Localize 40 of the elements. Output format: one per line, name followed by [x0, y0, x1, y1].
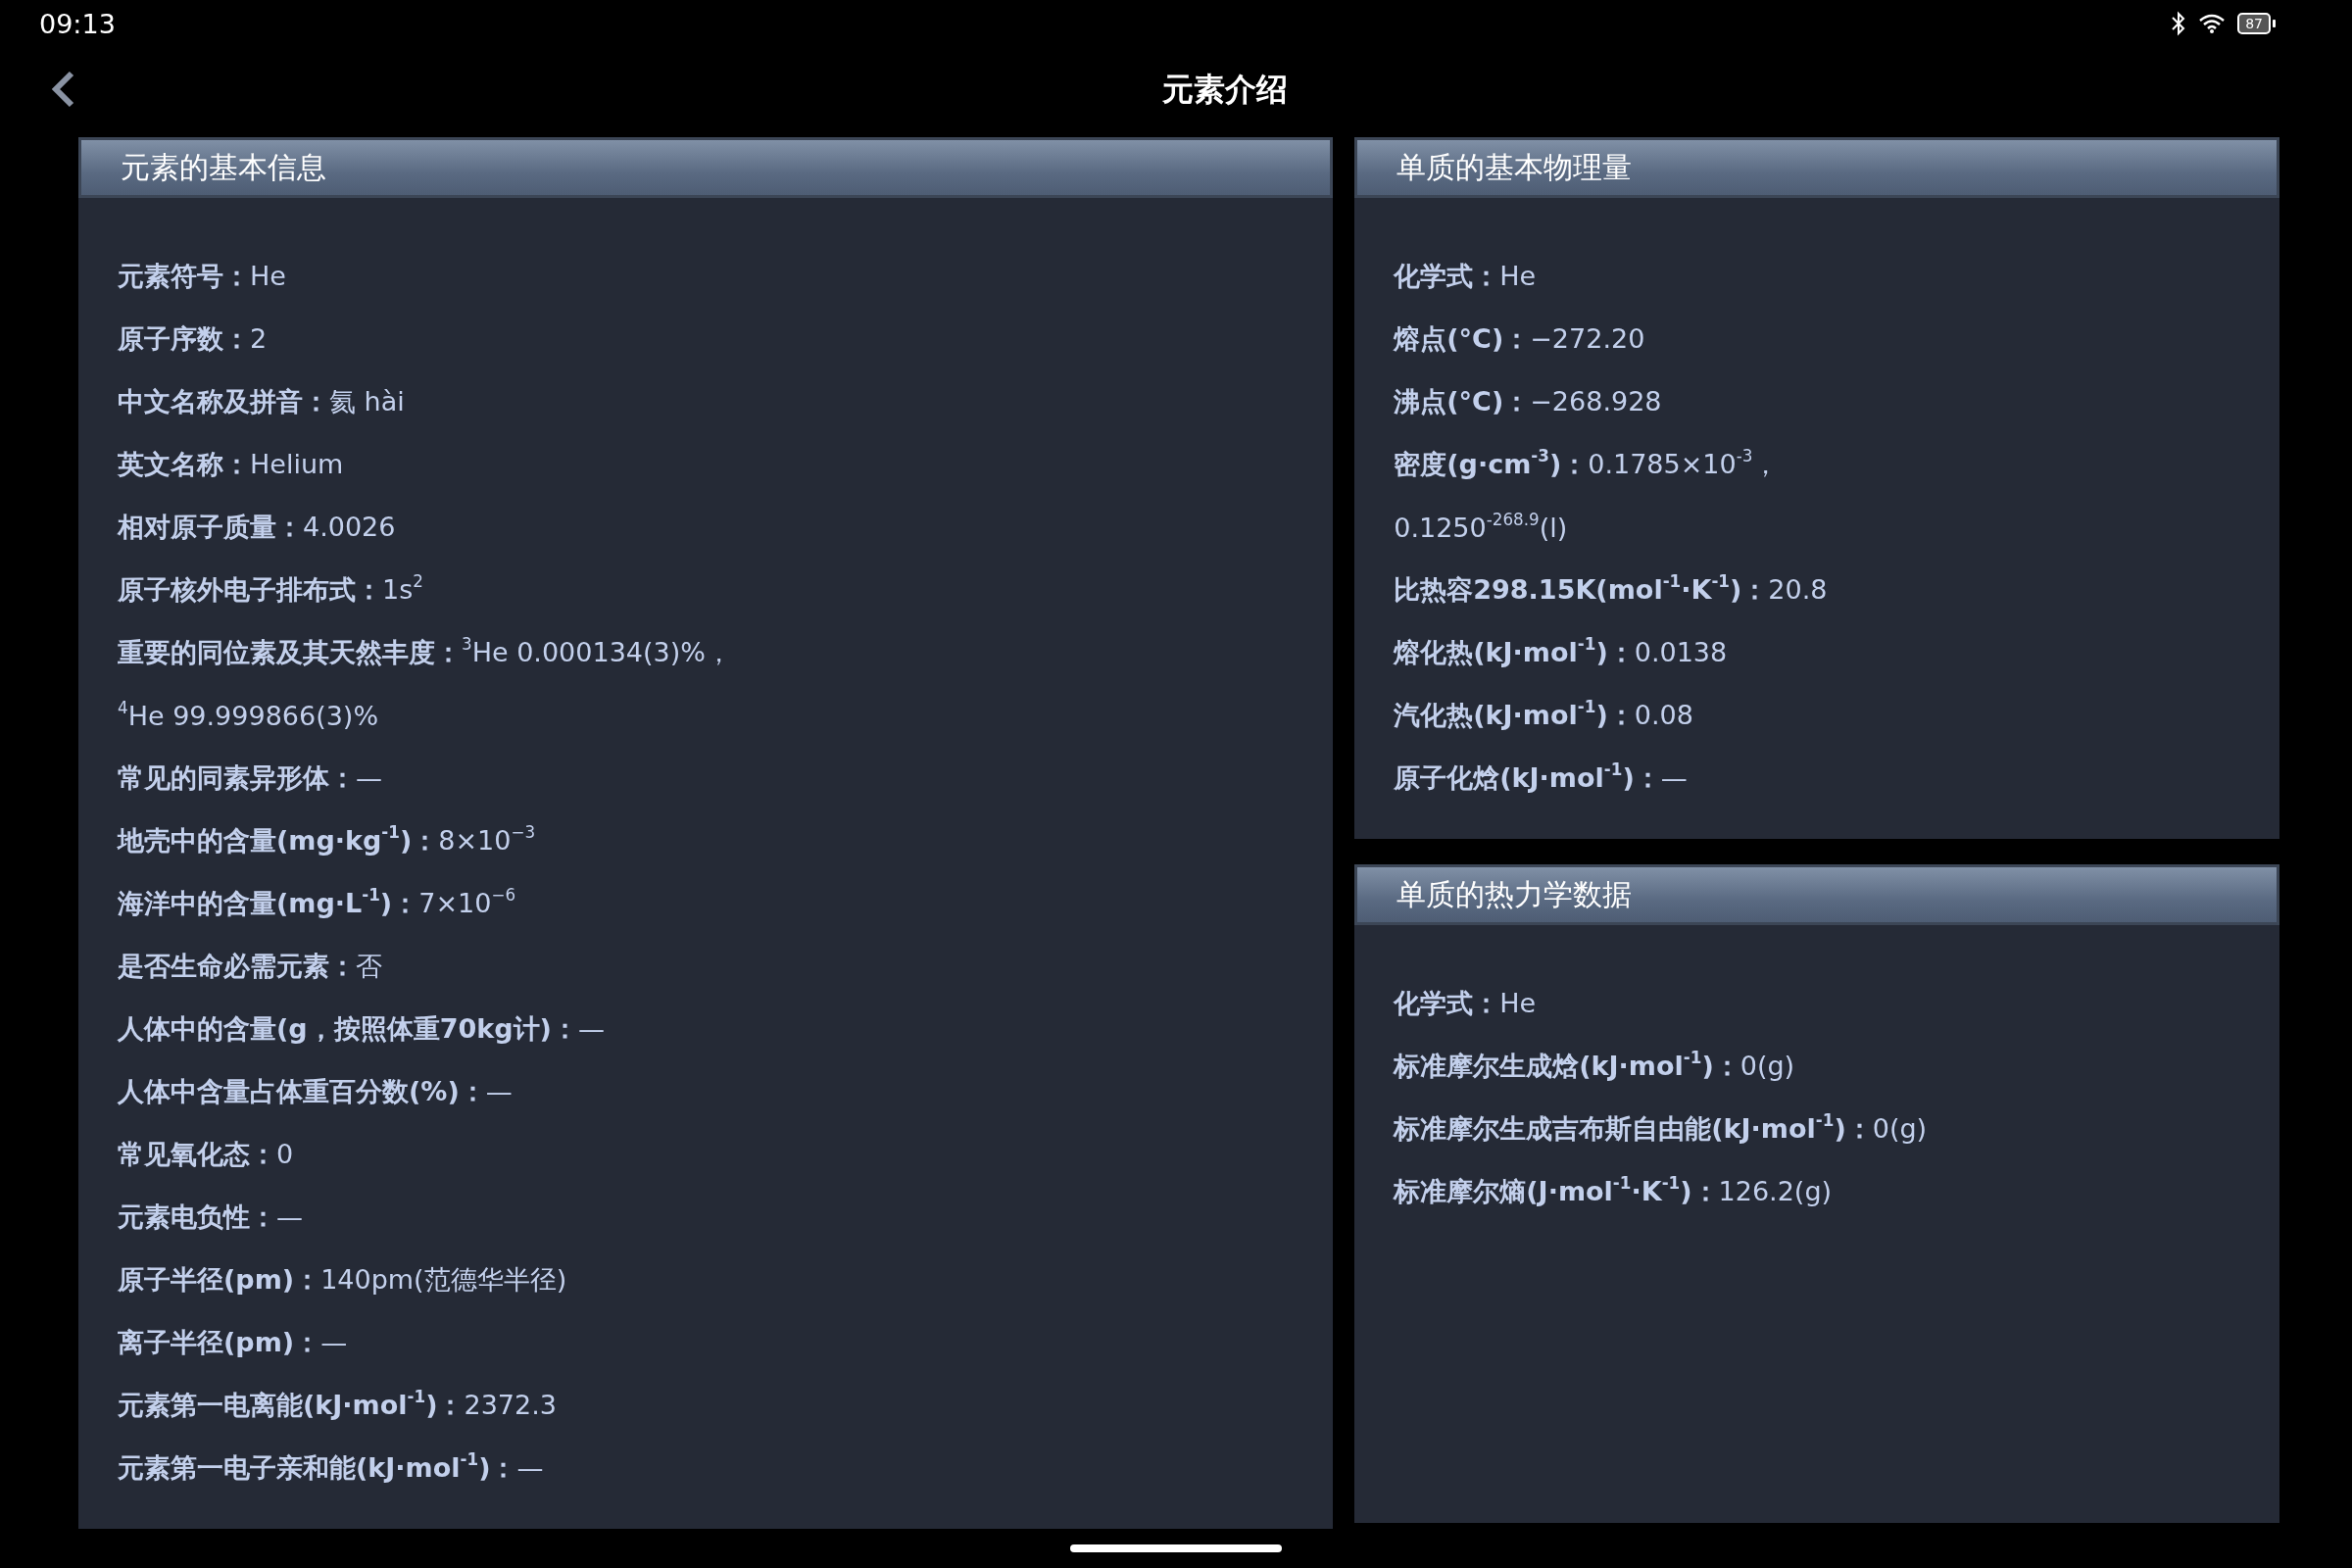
info-line: 标准摩尔生成吉布斯自由能(kJ·mol$^{-1}$)：0(g): [1394, 1111, 1928, 1146]
info-line: 标准摩尔熵(J·mol$^{-1}$·K$^{-1}$)：126.2(g): [1394, 1174, 1833, 1208]
section-header: 元素的基本信息: [78, 137, 1334, 198]
info-line: 海洋中的含量(mg·L$^{-1}$)：7×10$^{−6}$: [118, 886, 516, 920]
info-line: $^{4}$He 99.999866(3)%: [118, 700, 379, 731]
info-line: 熔点(°C)：−272.20: [1394, 322, 1645, 356]
info-line: 原子半径(pm)：140pm(范德华半径): [118, 1263, 567, 1297]
info-line: 常见的同素异形体：—: [118, 761, 382, 795]
info-line: 化学式：He: [1394, 260, 1537, 293]
info-line: 英文名称：Helium: [118, 448, 344, 481]
info-line: 熔化热(kJ·mol$^{-1}$)：0.0138: [1394, 635, 1728, 669]
status-time: 09:13: [39, 8, 116, 39]
info-line: 密度(g·cm$^{-3}$)：0.1785×10$^{-3}$，: [1394, 447, 1780, 481]
info-line: 沸点(°C)：−268.928: [1394, 385, 1662, 418]
info-line: 相对原子质量：4.0026: [118, 511, 396, 544]
info-line: 元素电负性：—: [118, 1200, 303, 1234]
info-line: 元素第一电子亲和能(kJ·mol$^{-1}$)：—: [118, 1450, 544, 1485]
info-line: 比热容298.15K(mol$^{-1}$·K$^{-1}$)：20.8: [1394, 572, 1828, 607]
info-line: 化学式：He: [1394, 987, 1537, 1020]
info-line: 原子序数：2: [118, 322, 268, 356]
info-line: 中文名称及拼音：氦 hài: [118, 385, 405, 418]
info-line: 地壳中的含量(mg·kg$^{-1}$)：8×10$^{−3}$: [118, 823, 536, 858]
info-line: 是否生命必需元素：否: [118, 950, 382, 983]
info-line: 人体中的含量(g，按照体重70kg计)：—: [118, 1012, 605, 1046]
info-line: 标准摩尔生成焓(kJ·mol$^{-1}$)：0(g): [1394, 1049, 1795, 1083]
info-line: 人体中含量占体重百分数(%)：—: [118, 1075, 513, 1108]
info-line: 离子半径(pm)：—: [118, 1326, 348, 1359]
section-header: 单质的热力学数据: [1354, 864, 2279, 925]
info-line: 0.1250$^{-268.9}$(l): [1394, 512, 1568, 543]
info-line: 原子化焓(kJ·mol$^{-1}$)：—: [1394, 760, 1688, 795]
info-line: 元素第一电离能(kJ·mol$^{-1}$)：2372.3: [118, 1388, 557, 1422]
wifi-icon: [2198, 13, 2227, 34]
info-line: 原子核外电子排布式：1s$^{2}$: [118, 572, 423, 607]
info-line: 重要的同位素及其天然丰度：$^{3}$He 0.000134(3)%，: [118, 635, 732, 669]
bluetooth-icon: [2171, 11, 2187, 36]
info-line: 汽化热(kJ·mol$^{-1}$)：0.08: [1394, 698, 1693, 732]
section-header: 单质的基本物理量: [1354, 137, 2279, 198]
info-line: 常见氧化态：0: [118, 1138, 294, 1171]
info-line: 元素符号：He: [118, 260, 286, 293]
page-title: 元素介绍: [1162, 70, 1288, 110]
